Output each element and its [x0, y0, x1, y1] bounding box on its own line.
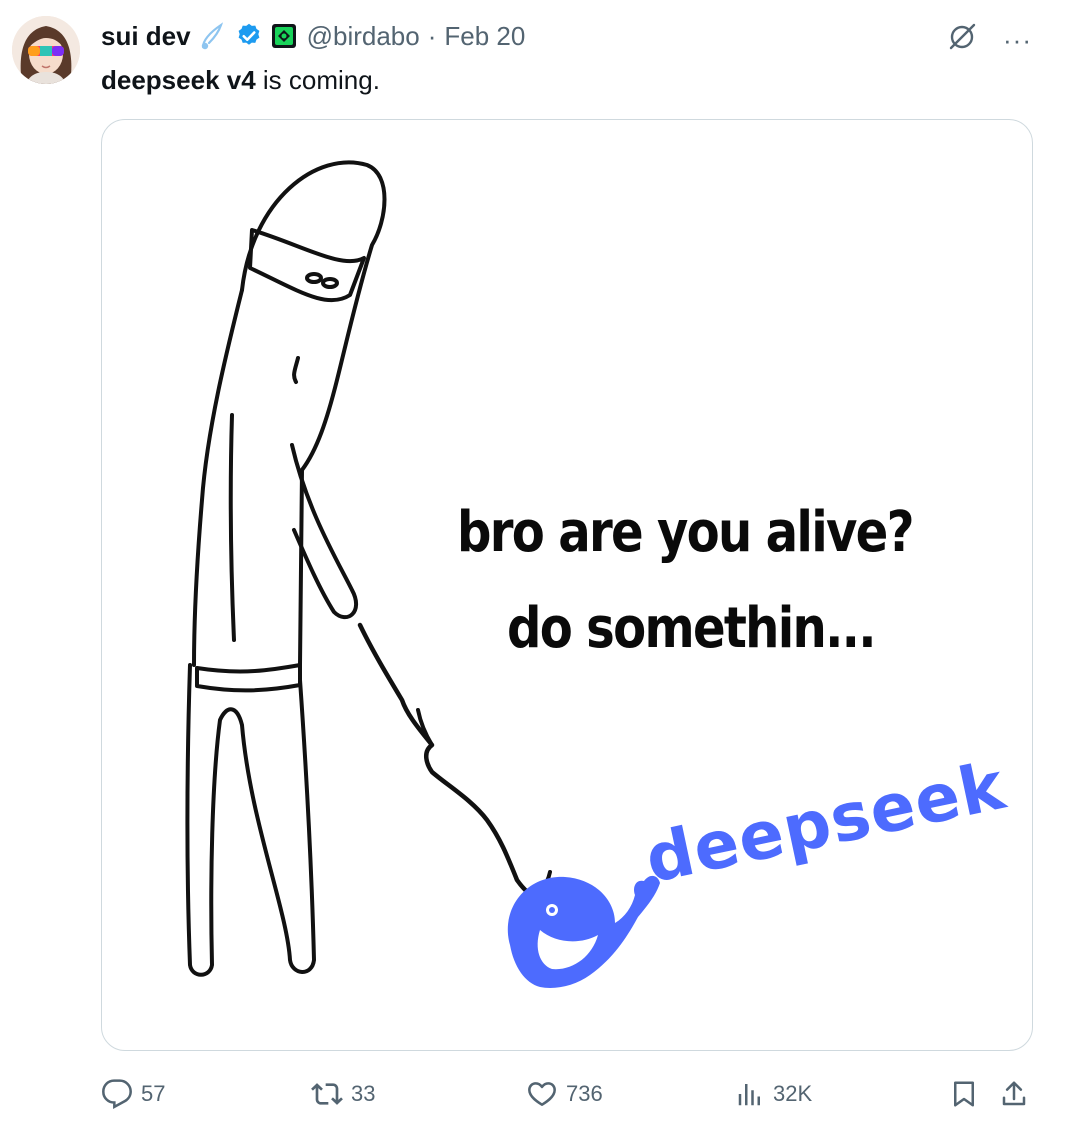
tweet-date[interactable]: Feb 20: [444, 21, 525, 52]
views-button[interactable]: 32K: [735, 1074, 812, 1114]
tweet-media[interactable]: bro are you alive? do somethin... deepse…: [101, 119, 1033, 1051]
figure-mask: [248, 228, 366, 303]
share-icon: [1002, 1081, 1026, 1106]
reply-count: 57: [141, 1081, 166, 1106]
user-handle[interactable]: @birdabo: [307, 21, 420, 52]
like-button[interactable]: 736: [526, 1074, 603, 1114]
tweet-text: deepseek v4 is coming.: [101, 62, 380, 98]
share-button[interactable]: [999, 1074, 1029, 1114]
verified-badge-icon[interactable]: [235, 22, 263, 50]
meme-line-1: bro are you alive?: [457, 500, 915, 565]
avatar[interactable]: [12, 16, 80, 84]
heart-icon: [528, 1082, 556, 1106]
display-name[interactable]: sui dev: [101, 21, 191, 52]
tweet-text-rest: is coming.: [255, 65, 380, 95]
tweet-header: sui dev @birdabo · Feb 20: [101, 18, 525, 54]
affiliate-badge-icon[interactable]: [271, 23, 297, 49]
views-chart-icon: [738, 1084, 760, 1106]
figure-legs: [185, 663, 316, 977]
repost-button[interactable]: 33: [311, 1074, 375, 1114]
stick: [357, 622, 541, 901]
separator-dot: ·: [427, 20, 437, 51]
repost-count: 33: [351, 1081, 376, 1106]
tweet-top-controls: ···: [947, 22, 1032, 57]
avatar-image: [12, 16, 80, 84]
bookmark-icon: [954, 1081, 974, 1107]
meme-drawing: [185, 160, 660, 988]
tweet: sui dev @birdabo · Feb 20 ··· deepseek v…: [0, 0, 1066, 1132]
reply-icon: [102, 1079, 132, 1109]
deepseek-whale-logo: [507, 875, 660, 988]
tweet-text-bold: deepseek v4: [101, 65, 256, 95]
reply-button[interactable]: 57: [101, 1074, 165, 1114]
meme-line-2: do somethin...: [507, 596, 877, 661]
figure-shorts: [195, 663, 302, 693]
repost-icon: [311, 1083, 343, 1105]
more-options-button[interactable]: ···: [1003, 27, 1032, 53]
grok-icon[interactable]: [947, 22, 977, 57]
like-count: 736: [566, 1081, 603, 1106]
bookmark-button[interactable]: [949, 1074, 979, 1114]
comet-icon: [199, 21, 227, 51]
figure-outline: [240, 160, 387, 667]
views-count: 32K: [773, 1081, 813, 1106]
tweet-actions: 57 33 736 32K: [101, 1074, 1033, 1114]
